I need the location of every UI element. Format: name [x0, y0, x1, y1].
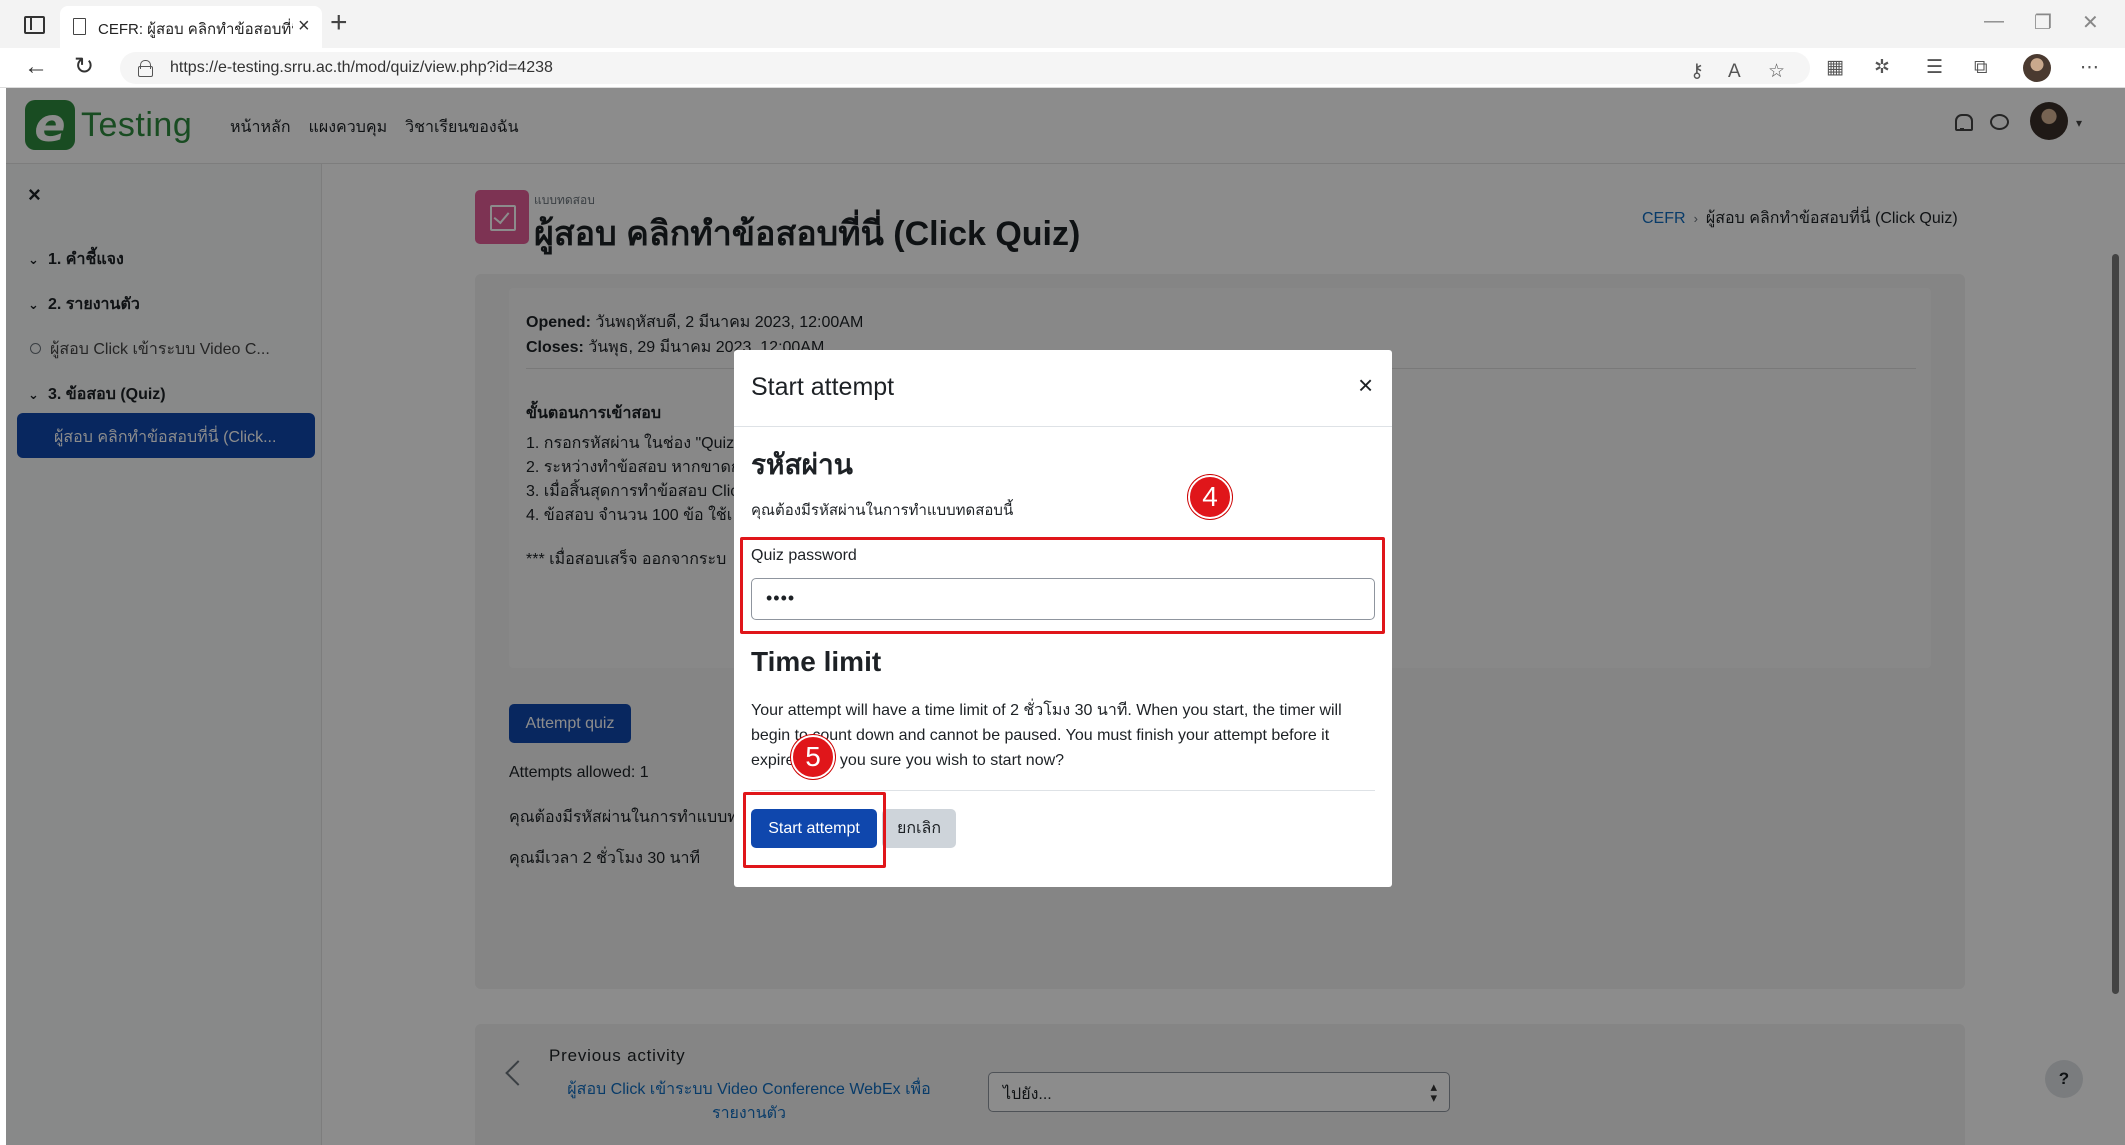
step-5-badge: 5	[791, 735, 835, 779]
modal-header: Start attempt ×	[734, 350, 1392, 427]
read-aloud-icon[interactable]: A	[1728, 60, 1741, 84]
more-menu-icon[interactable]: ⋯	[2080, 56, 2099, 80]
cancel-button[interactable]: ยกเลิก	[882, 809, 956, 848]
tab-close-icon[interactable]: ×	[298, 15, 310, 37]
refresh-icon[interactable]: ↻	[74, 52, 94, 82]
collections-icon[interactable]: ⧉	[1974, 56, 1988, 80]
back-icon[interactable]: ←	[24, 52, 48, 82]
address-bar: ← ↻ https://e-testing.srru.ac.th/mod/qui…	[0, 48, 2125, 88]
qr-icon[interactable]: ▦	[1826, 56, 1844, 80]
step-4-badge: 4	[1188, 475, 1232, 519]
modal-divider	[751, 790, 1375, 791]
new-tab-icon[interactable]: +	[330, 6, 348, 40]
time-limit-heading: Time limit	[751, 646, 882, 677]
tab-title: CEFR: ผู้สอบ คลิกทำข้อสอบที่นี่ (Click Q…	[98, 21, 293, 38]
password-heading: รหัสผ่าน	[751, 449, 853, 480]
url-field[interactable]: https://e-testing.srru.ac.th/mod/quiz/vi…	[120, 52, 1810, 84]
lock-icon[interactable]	[138, 60, 153, 77]
modal-close-icon[interactable]: ×	[1358, 372, 1373, 398]
favorites-icon[interactable]: ☰	[1926, 56, 1943, 80]
time-limit-text: Your attempt will have a time limit of 2…	[751, 702, 1342, 769]
password-description: คุณต้องมีรหัสผ่านในการทำแบบทดสอบนี้	[751, 502, 1014, 519]
favorite-add-icon[interactable]: ☆	[1768, 60, 1785, 84]
minimize-icon[interactable]: —	[1984, 10, 2004, 33]
start-highlight-box	[743, 792, 886, 868]
sidebar-toggle-icon[interactable]	[20, 12, 46, 36]
browser-profile-avatar[interactable]	[2023, 54, 2051, 82]
browser-tabstrip: CEFR: ผู้สอบ คลิกทำข้อสอบที่นี่ (Click Q…	[0, 0, 2125, 48]
key-icon[interactable]: ⚷	[1690, 60, 1704, 84]
extensions-icon[interactable]: ✲	[1874, 56, 1890, 80]
url-text: https://e-testing.srru.ac.th/mod/quiz/vi…	[170, 59, 553, 76]
modal-title: Start attempt	[751, 373, 895, 401]
restore-icon[interactable]: ❐	[2034, 10, 2052, 35]
window-close-icon[interactable]: ✕	[2082, 10, 2099, 35]
page-icon	[73, 18, 86, 35]
password-highlight-box	[740, 537, 1385, 634]
browser-tab[interactable]: CEFR: ผู้สอบ คลิกทำข้อสอบที่นี่ (Click Q…	[60, 6, 322, 48]
